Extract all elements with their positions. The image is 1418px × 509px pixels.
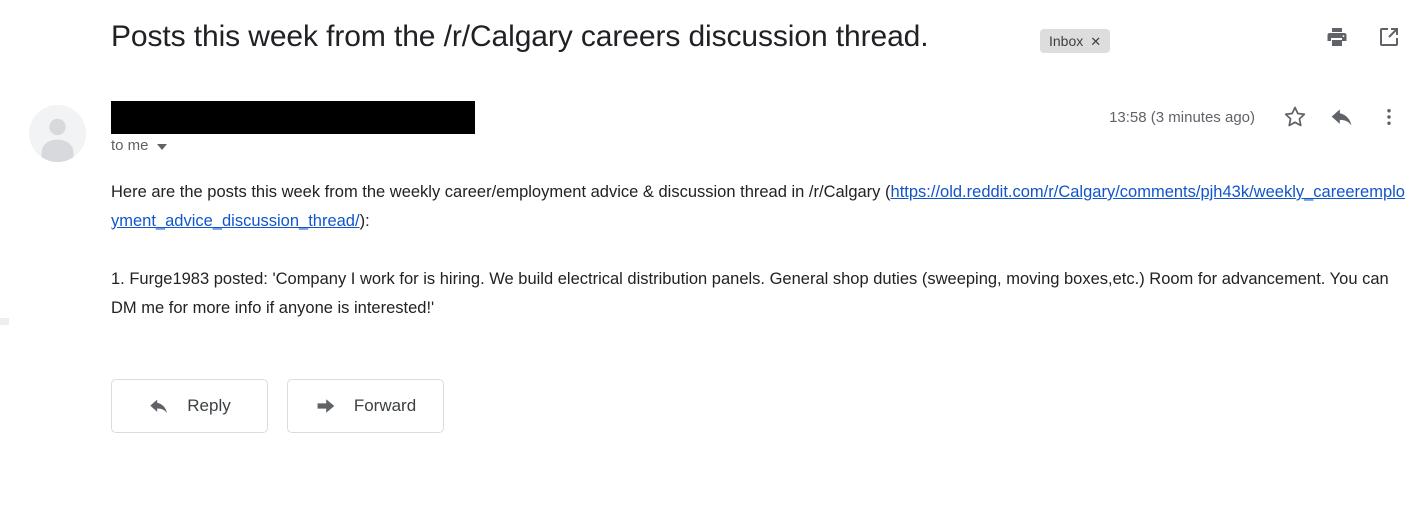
message-timestamp: 13:58 (3 minutes ago) — [1109, 108, 1255, 126]
pane-edge-marker — [0, 318, 9, 325]
avatar[interactable] — [29, 105, 86, 162]
message-meta-actions: 13:58 (3 minutes ago) — [1109, 104, 1402, 130]
body-paragraph-2: 1. Furge1983 posted: 'Company I work for… — [111, 270, 1389, 317]
forward-button-label: Forward — [353, 396, 417, 415]
sender-name-redacted — [111, 101, 475, 134]
forward-arrow-icon — [315, 395, 337, 417]
remove-label-icon[interactable]: ✕ — [1090, 35, 1101, 48]
reply-button[interactable]: Reply — [111, 379, 268, 433]
sender-row: to me 13:58 (3 minutes ago) — [0, 96, 1418, 162]
star-icon[interactable] — [1282, 104, 1308, 130]
recipients-toggle[interactable]: to me — [111, 137, 167, 154]
print-icon[interactable] — [1324, 24, 1350, 50]
body-text-after-link: ): — [359, 212, 370, 230]
reply-arrow-icon — [148, 395, 170, 417]
recipients-label: to me — [111, 137, 149, 154]
more-options-icon[interactable] — [1376, 104, 1402, 130]
reply-button-label: Reply — [187, 396, 231, 415]
header-actions — [1324, 24, 1402, 50]
reply-icon[interactable] — [1329, 104, 1355, 130]
subject-header-row: Posts this week from the /r/Calgary care… — [0, 0, 1418, 84]
message-footer-actions: Reply Forward — [111, 379, 444, 433]
message-body: Here are the posts this week from the we… — [111, 178, 1406, 323]
label-chip-text: Inbox — [1049, 33, 1084, 49]
chevron-down-icon[interactable] — [156, 143, 167, 150]
page-title: Posts this week from the /r/Calgary care… — [111, 20, 929, 53]
forward-button[interactable]: Forward — [287, 379, 444, 433]
body-paragraph-1: Here are the posts this week from the we… — [111, 178, 1406, 236]
open-in-new-window-icon[interactable] — [1376, 24, 1402, 50]
label-chip-inbox[interactable]: Inbox ✕ — [1040, 29, 1111, 53]
body-text-before-link: Here are the posts this week from the we… — [111, 183, 891, 201]
